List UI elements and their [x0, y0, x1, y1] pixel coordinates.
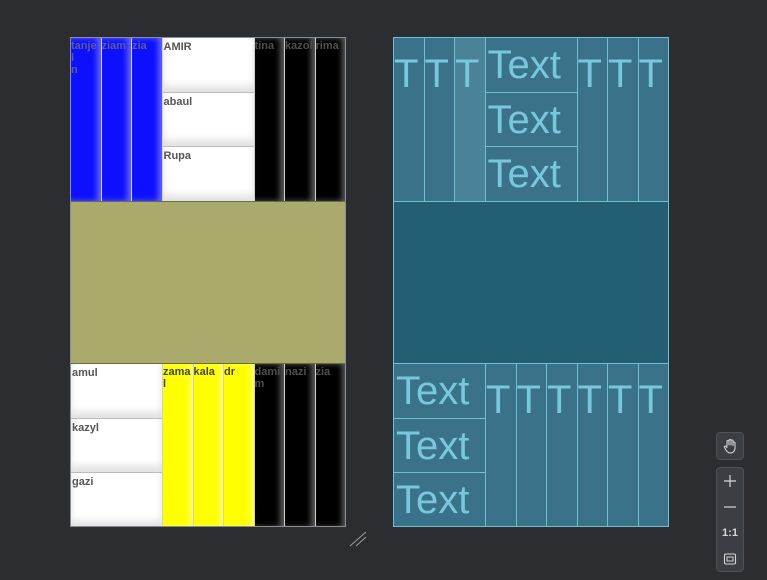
- blueprint-surface[interactable]: T T T Text Text Text T T T Text Text Tex…: [393, 37, 669, 527]
- column-label: dr: [224, 366, 235, 378]
- column-label: zama l: [163, 366, 191, 390]
- stack-cell[interactable]: abaul: [162, 92, 254, 148]
- blueprint-cell[interactable]: Text: [485, 38, 577, 93]
- blueprint-column[interactable]: T: [577, 364, 608, 526]
- fit-screen-icon: [723, 553, 737, 565]
- design-surface[interactable]: tanjel n ziam zia AMIR abaul Rupa tina ka…: [70, 37, 346, 527]
- zoom-in-button[interactable]: [717, 468, 743, 494]
- textview-column[interactable]: kala: [193, 364, 224, 526]
- column-label: kazol: [285, 40, 313, 52]
- column-label: tina: [254, 40, 275, 52]
- textview-column[interactable]: tina: [254, 38, 285, 201]
- blueprint-column[interactable]: T: [394, 38, 425, 201]
- blueprint-column[interactable]: T: [638, 38, 668, 201]
- resize-handle-icon[interactable]: [348, 530, 368, 548]
- fit-screen-button[interactable]: [717, 546, 743, 572]
- textview-column[interactable]: ziam: [101, 38, 132, 201]
- bottom-linear-layout[interactable]: amul kazyl gazi zama l kala dr dami m nazi…: [71, 364, 345, 526]
- column-label: dami m: [254, 366, 281, 390]
- textview-column[interactable]: dr: [224, 364, 255, 526]
- zoom-toolbar: 1:1: [716, 432, 744, 574]
- blueprint-cell[interactable]: Text: [394, 364, 485, 419]
- textview-column[interactable]: tanjel n: [71, 38, 102, 201]
- blueprint-middle-view[interactable]: [394, 201, 668, 364]
- vertical-stack[interactable]: amul kazyl gazi: [71, 364, 163, 526]
- actual-size-button[interactable]: 1:1: [717, 520, 743, 546]
- blueprint-column[interactable]: T: [608, 364, 639, 526]
- blueprint-column[interactable]: T: [424, 38, 455, 201]
- blueprint-top-layout[interactable]: T T T Text Text Text T T T: [394, 38, 668, 202]
- blueprint-column[interactable]: T: [455, 38, 486, 201]
- zoom-out-button[interactable]: [717, 494, 743, 520]
- blueprint-column[interactable]: T: [638, 364, 668, 526]
- column-label: rima: [315, 40, 339, 52]
- textview-column[interactable]: dami m: [254, 364, 285, 526]
- zoom-controls: 1:1: [716, 467, 744, 572]
- textview-column[interactable]: zia: [315, 364, 345, 526]
- vertical-stack[interactable]: AMIR abaul Rupa: [162, 38, 255, 202]
- blueprint-stack[interactable]: Text Text Text: [485, 38, 578, 202]
- blueprint-column[interactable]: T: [516, 364, 547, 526]
- textview-column[interactable]: kazol: [285, 38, 316, 201]
- hand-icon: [723, 438, 736, 454]
- blueprint-cell[interactable]: Text: [394, 418, 485, 474]
- stack-cell[interactable]: Rupa: [162, 147, 254, 202]
- textview-column[interactable]: rima: [315, 38, 345, 201]
- blueprint-cell[interactable]: Text: [485, 147, 577, 202]
- pan-button[interactable]: [716, 432, 744, 460]
- minus-icon: [724, 506, 736, 508]
- column-label: tanjel n: [71, 40, 97, 76]
- stack-cell[interactable]: amul: [71, 364, 162, 419]
- textview-column[interactable]: nazi: [285, 364, 316, 526]
- column-label: zia: [315, 366, 331, 378]
- blueprint-bottom-layout[interactable]: Text Text Text T T T T T T: [394, 364, 668, 526]
- blueprint-stack[interactable]: Text Text Text: [394, 364, 486, 526]
- stack-cell[interactable]: AMIR: [162, 38, 254, 93]
- column-label: zia: [132, 40, 147, 52]
- column-label: nazi: [285, 366, 307, 378]
- blueprint-column[interactable]: T: [486, 364, 517, 526]
- textview-column[interactable]: zia: [132, 38, 163, 201]
- blueprint-column[interactable]: T: [577, 38, 608, 201]
- blueprint-cell[interactable]: Text: [485, 92, 577, 148]
- blueprint-cell[interactable]: Text: [394, 473, 485, 526]
- top-linear-layout[interactable]: tanjel n ziam zia AMIR abaul Rupa tina ka…: [71, 38, 345, 202]
- stack-cell[interactable]: gazi: [71, 473, 162, 526]
- textview-column[interactable]: zama l: [163, 364, 194, 526]
- column-label: ziam: [101, 40, 126, 52]
- middle-view[interactable]: [71, 201, 345, 364]
- blueprint-column[interactable]: T: [608, 38, 639, 201]
- plus-icon: [724, 475, 736, 487]
- stack-cell[interactable]: kazyl: [71, 418, 162, 474]
- column-label: kala: [193, 366, 215, 378]
- blueprint-column[interactable]: T: [547, 364, 578, 526]
